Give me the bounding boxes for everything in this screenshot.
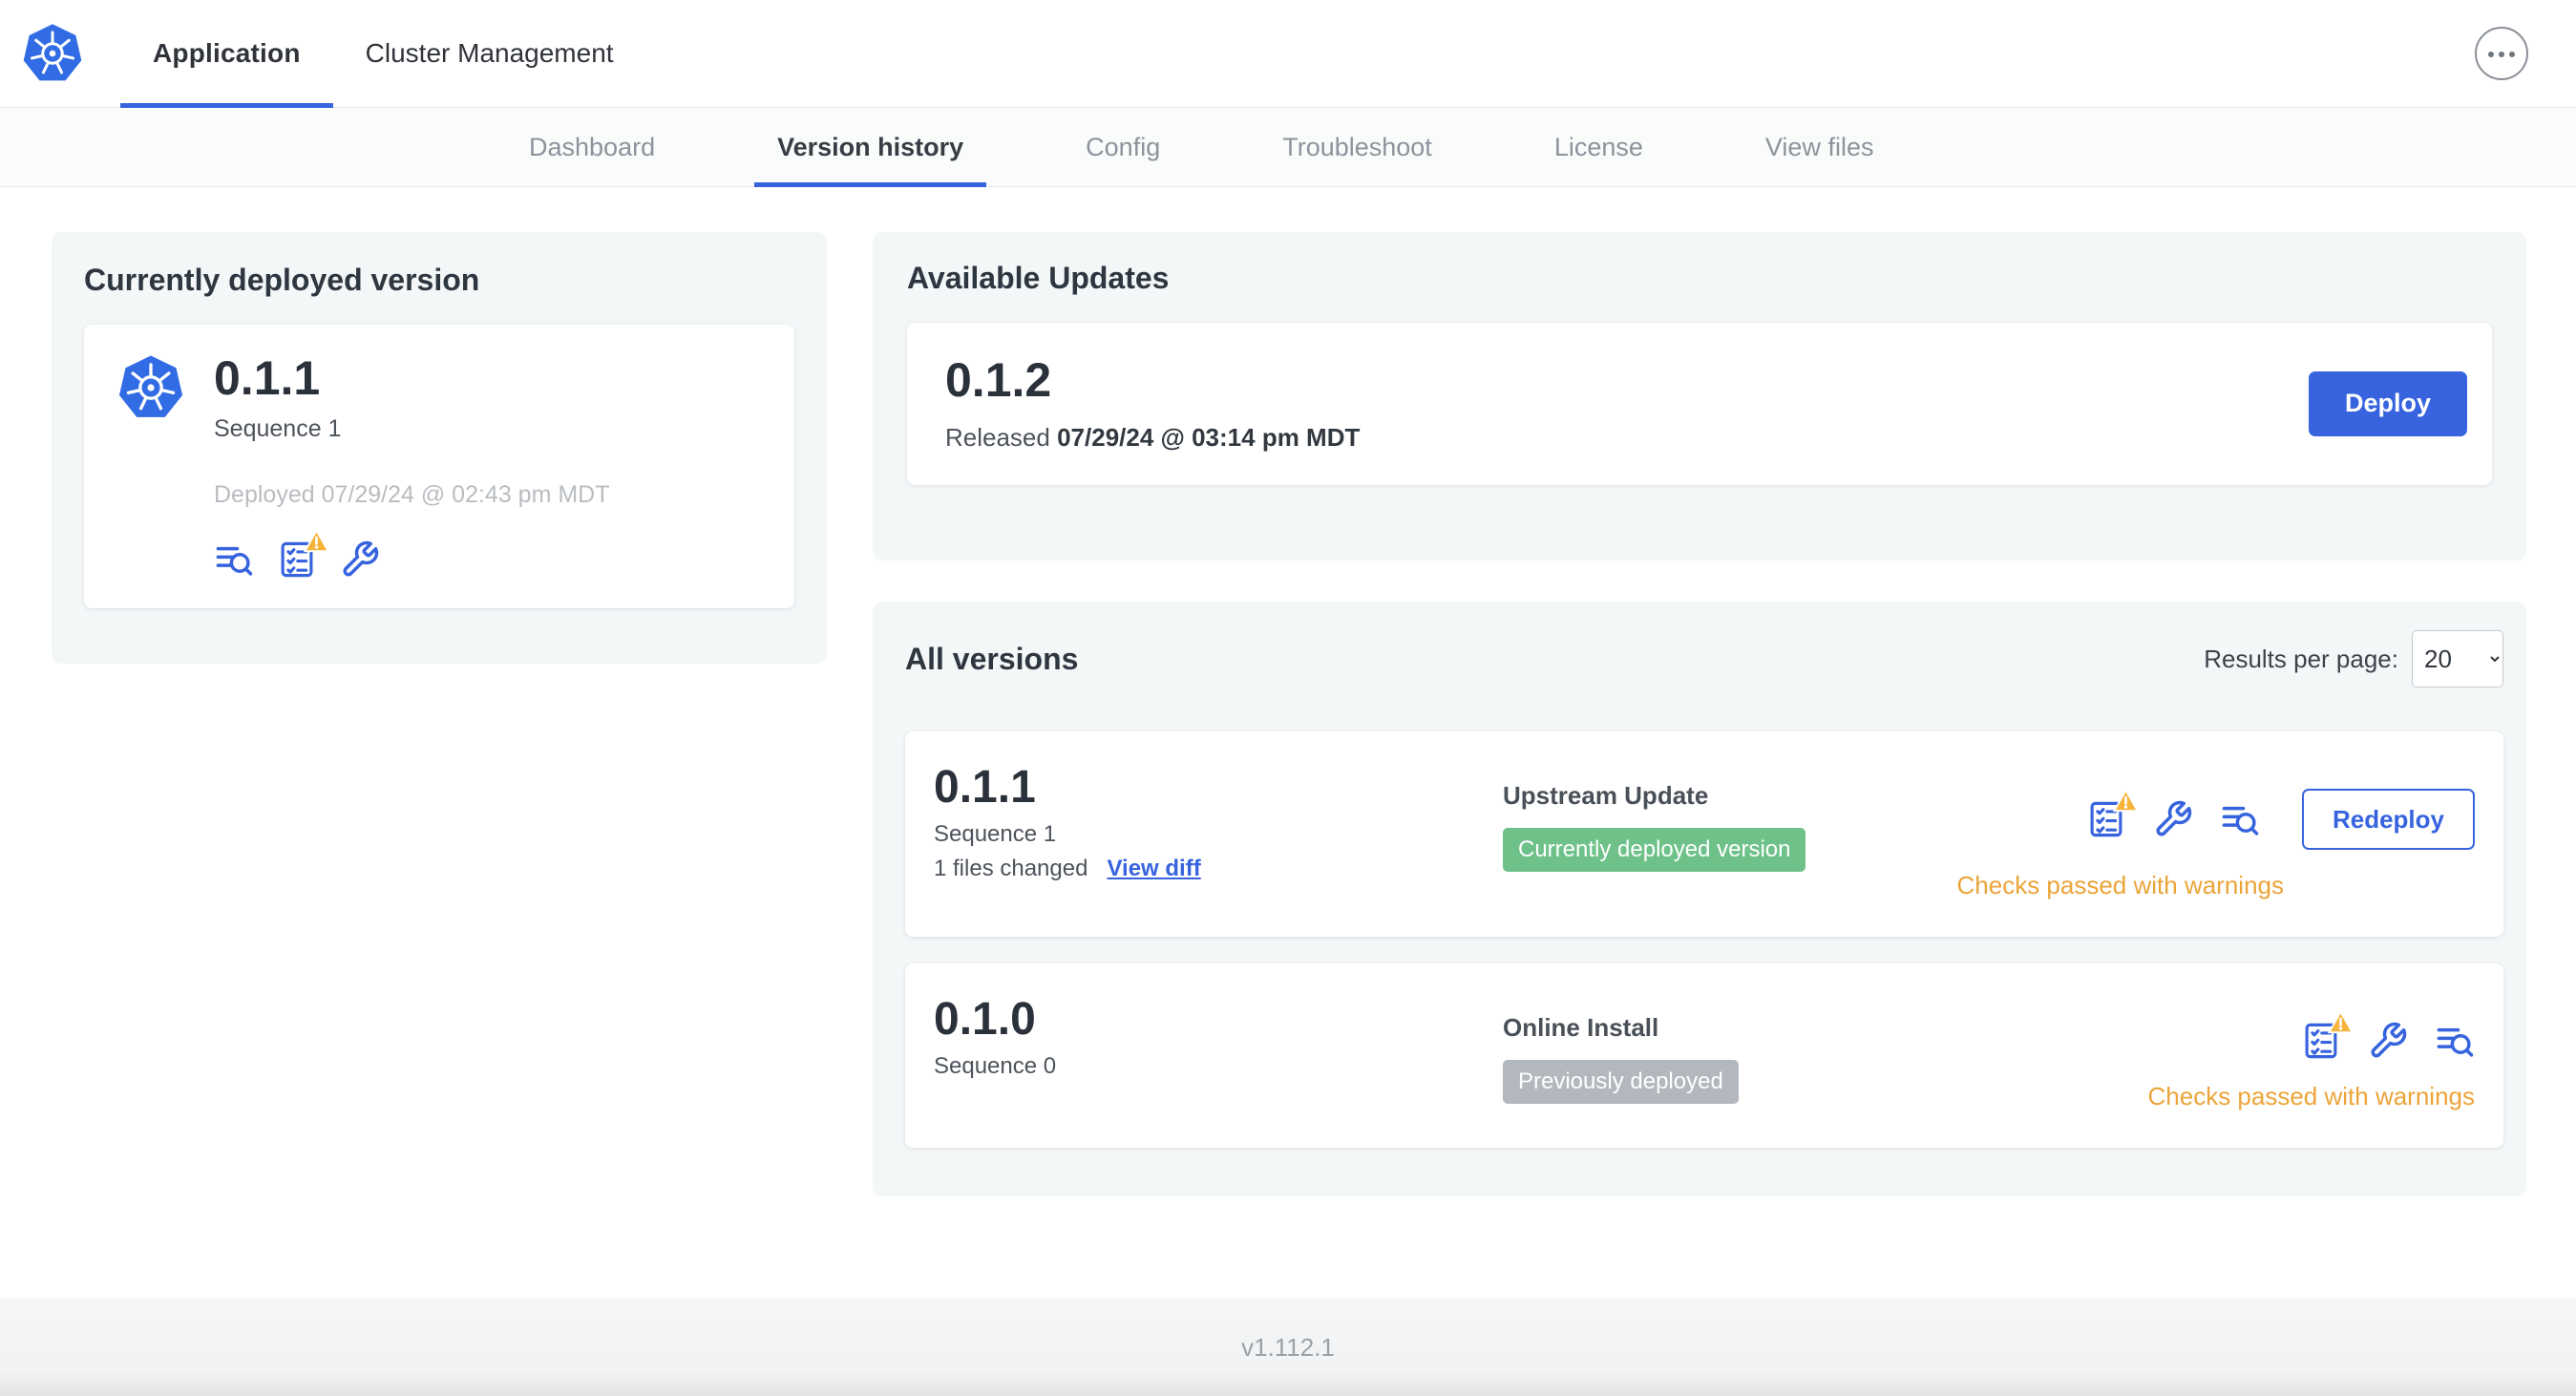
version-info: 0.1.0 Sequence 0 bbox=[934, 994, 1503, 1080]
version-row: 0.1.0 Sequence 0 Online Install Previous… bbox=[905, 963, 2503, 1148]
app-sub-nav: Dashboard Version history Config Trouble… bbox=[0, 109, 2576, 187]
version-sequence: Sequence 0 bbox=[934, 1053, 1057, 1080]
warning-icon bbox=[304, 528, 329, 553]
subnav-tab-troubleshoot[interactable]: Troubleshoot bbox=[1221, 109, 1493, 186]
subnav-tab-version-history[interactable]: Version history bbox=[716, 109, 1024, 187]
version-source: Online Install Previously deployed bbox=[1503, 996, 2148, 1104]
version-actions: Redeploy Checks passed with warnings bbox=[1957, 764, 2475, 900]
all-versions-card: All versions Results per page: 20 0.1.1 … bbox=[873, 602, 2526, 1196]
source-label: Upstream Update bbox=[1503, 781, 1709, 810]
results-per-page: Results per page: 20 bbox=[2204, 630, 2503, 687]
source-label: Online Install bbox=[1503, 1013, 1659, 1042]
redeploy-button[interactable]: Redeploy bbox=[2301, 789, 2475, 850]
version-info: 0.1.1 Sequence 1 1 files changed View di… bbox=[934, 762, 1503, 882]
subnav-label: License bbox=[1553, 133, 1643, 161]
available-updates-card: Available Updates 0.1.2 Released 07/29/2… bbox=[873, 232, 2526, 561]
version-row: 0.1.1 Sequence 1 1 files changed View di… bbox=[905, 731, 2503, 937]
results-per-page-select[interactable]: 20 bbox=[2412, 630, 2503, 687]
preflight-checks-icon[interactable] bbox=[2086, 789, 2139, 839]
tab-application-label: Application bbox=[153, 38, 301, 68]
released-date-value: 07/29/24 @ 03:14 pm MDT bbox=[1057, 422, 1361, 452]
top-nav: Application Cluster Management bbox=[0, 0, 2576, 108]
kubernetes-logo bbox=[21, 22, 84, 85]
view-diff-link[interactable]: View diff bbox=[1107, 856, 1200, 882]
results-per-page-label: Results per page: bbox=[2204, 644, 2398, 673]
deployed-timestamp: Deployed 07/29/24 @ 02:43 pm MDT bbox=[214, 480, 610, 508]
logs-icon[interactable] bbox=[2220, 799, 2260, 839]
update-row: 0.1.2 Released 07/29/24 @ 03:14 pm MDT D… bbox=[907, 323, 2492, 485]
version-sequence: Sequence 1 bbox=[934, 821, 1057, 848]
files-changed-count: 1 files changed bbox=[934, 856, 1088, 882]
subnav-label: Version history bbox=[777, 133, 964, 161]
subnav-tab-config[interactable]: Config bbox=[1024, 109, 1221, 186]
warning-icon bbox=[2112, 789, 2139, 813]
version-actions: Checks passed with warnings bbox=[2148, 996, 2476, 1111]
all-versions-header: All versions Results per page: 20 bbox=[905, 630, 2503, 687]
subnav-label: View files bbox=[1764, 133, 1874, 161]
status-badge: Currently deployed version bbox=[1503, 828, 1806, 872]
tab-cluster-management-label: Cluster Management bbox=[365, 38, 614, 68]
preflight-checks-icon[interactable] bbox=[2301, 1010, 2354, 1061]
ellipsis-icon bbox=[2487, 47, 2516, 61]
subnav-label: Troubleshoot bbox=[1282, 133, 1432, 161]
subnav-tab-dashboard[interactable]: Dashboard bbox=[468, 109, 716, 186]
tab-application[interactable]: Application bbox=[120, 0, 333, 108]
app-footer: v1.112.1 bbox=[0, 1299, 2576, 1396]
top-nav-tabs: Application Cluster Management bbox=[120, 0, 646, 108]
deployed-version-number: 0.1.1 bbox=[214, 351, 321, 405]
subnav-tab-license[interactable]: License bbox=[1493, 109, 1704, 186]
warning-icon bbox=[2328, 1010, 2354, 1034]
config-wrench-icon[interactable] bbox=[340, 539, 380, 580]
app-icon bbox=[116, 353, 185, 422]
more-menu-button[interactable] bbox=[2475, 27, 2528, 80]
config-wrench-icon[interactable] bbox=[2153, 799, 2193, 839]
action-icons bbox=[2301, 1010, 2475, 1061]
checks-status[interactable]: Checks passed with warnings bbox=[1957, 871, 2285, 900]
deployed-sequence: Sequence 1 bbox=[214, 414, 342, 442]
version-number: 0.1.1 bbox=[934, 762, 1036, 813]
checks-status[interactable]: Checks passed with warnings bbox=[2148, 1082, 2476, 1111]
currently-deployed-title: Currently deployed version bbox=[84, 263, 480, 297]
subnav-tab-view-files[interactable]: View files bbox=[1704, 109, 1935, 186]
deployed-version-card: 0.1.1 Sequence 1 Deployed 07/29/24 @ 02:… bbox=[84, 325, 794, 608]
available-updates-title: Available Updates bbox=[907, 261, 1170, 295]
all-versions-title: All versions bbox=[905, 641, 1079, 676]
logs-icon[interactable] bbox=[2435, 1021, 2475, 1061]
deploy-button[interactable]: Deploy bbox=[2308, 370, 2467, 436]
deployed-actions bbox=[214, 528, 610, 580]
files-changed-line: 1 files changed View diff bbox=[934, 856, 1503, 882]
logs-icon[interactable] bbox=[214, 539, 254, 580]
tab-cluster-management[interactable]: Cluster Management bbox=[333, 0, 646, 107]
released-prefix: Released bbox=[945, 422, 1050, 452]
status-badge: Previously deployed bbox=[1503, 1060, 1739, 1104]
update-version-number: 0.1.2 bbox=[945, 353, 1052, 407]
release-date: Released 07/29/24 @ 03:14 pm MDT bbox=[945, 423, 1360, 453]
console-version: v1.112.1 bbox=[1241, 1332, 1335, 1362]
preflight-checks-icon[interactable] bbox=[277, 528, 329, 580]
version-number: 0.1.0 bbox=[934, 994, 1036, 1045]
config-wrench-icon[interactable] bbox=[2368, 1021, 2408, 1061]
subnav-label: Dashboard bbox=[529, 133, 656, 161]
version-source: Upstream Update Currently deployed versi… bbox=[1503, 764, 1957, 872]
currently-deployed-card: Currently deployed version 0.1.1 Sequenc… bbox=[52, 232, 827, 664]
action-icons: Redeploy bbox=[2086, 789, 2475, 850]
subnav-label: Config bbox=[1086, 133, 1161, 161]
